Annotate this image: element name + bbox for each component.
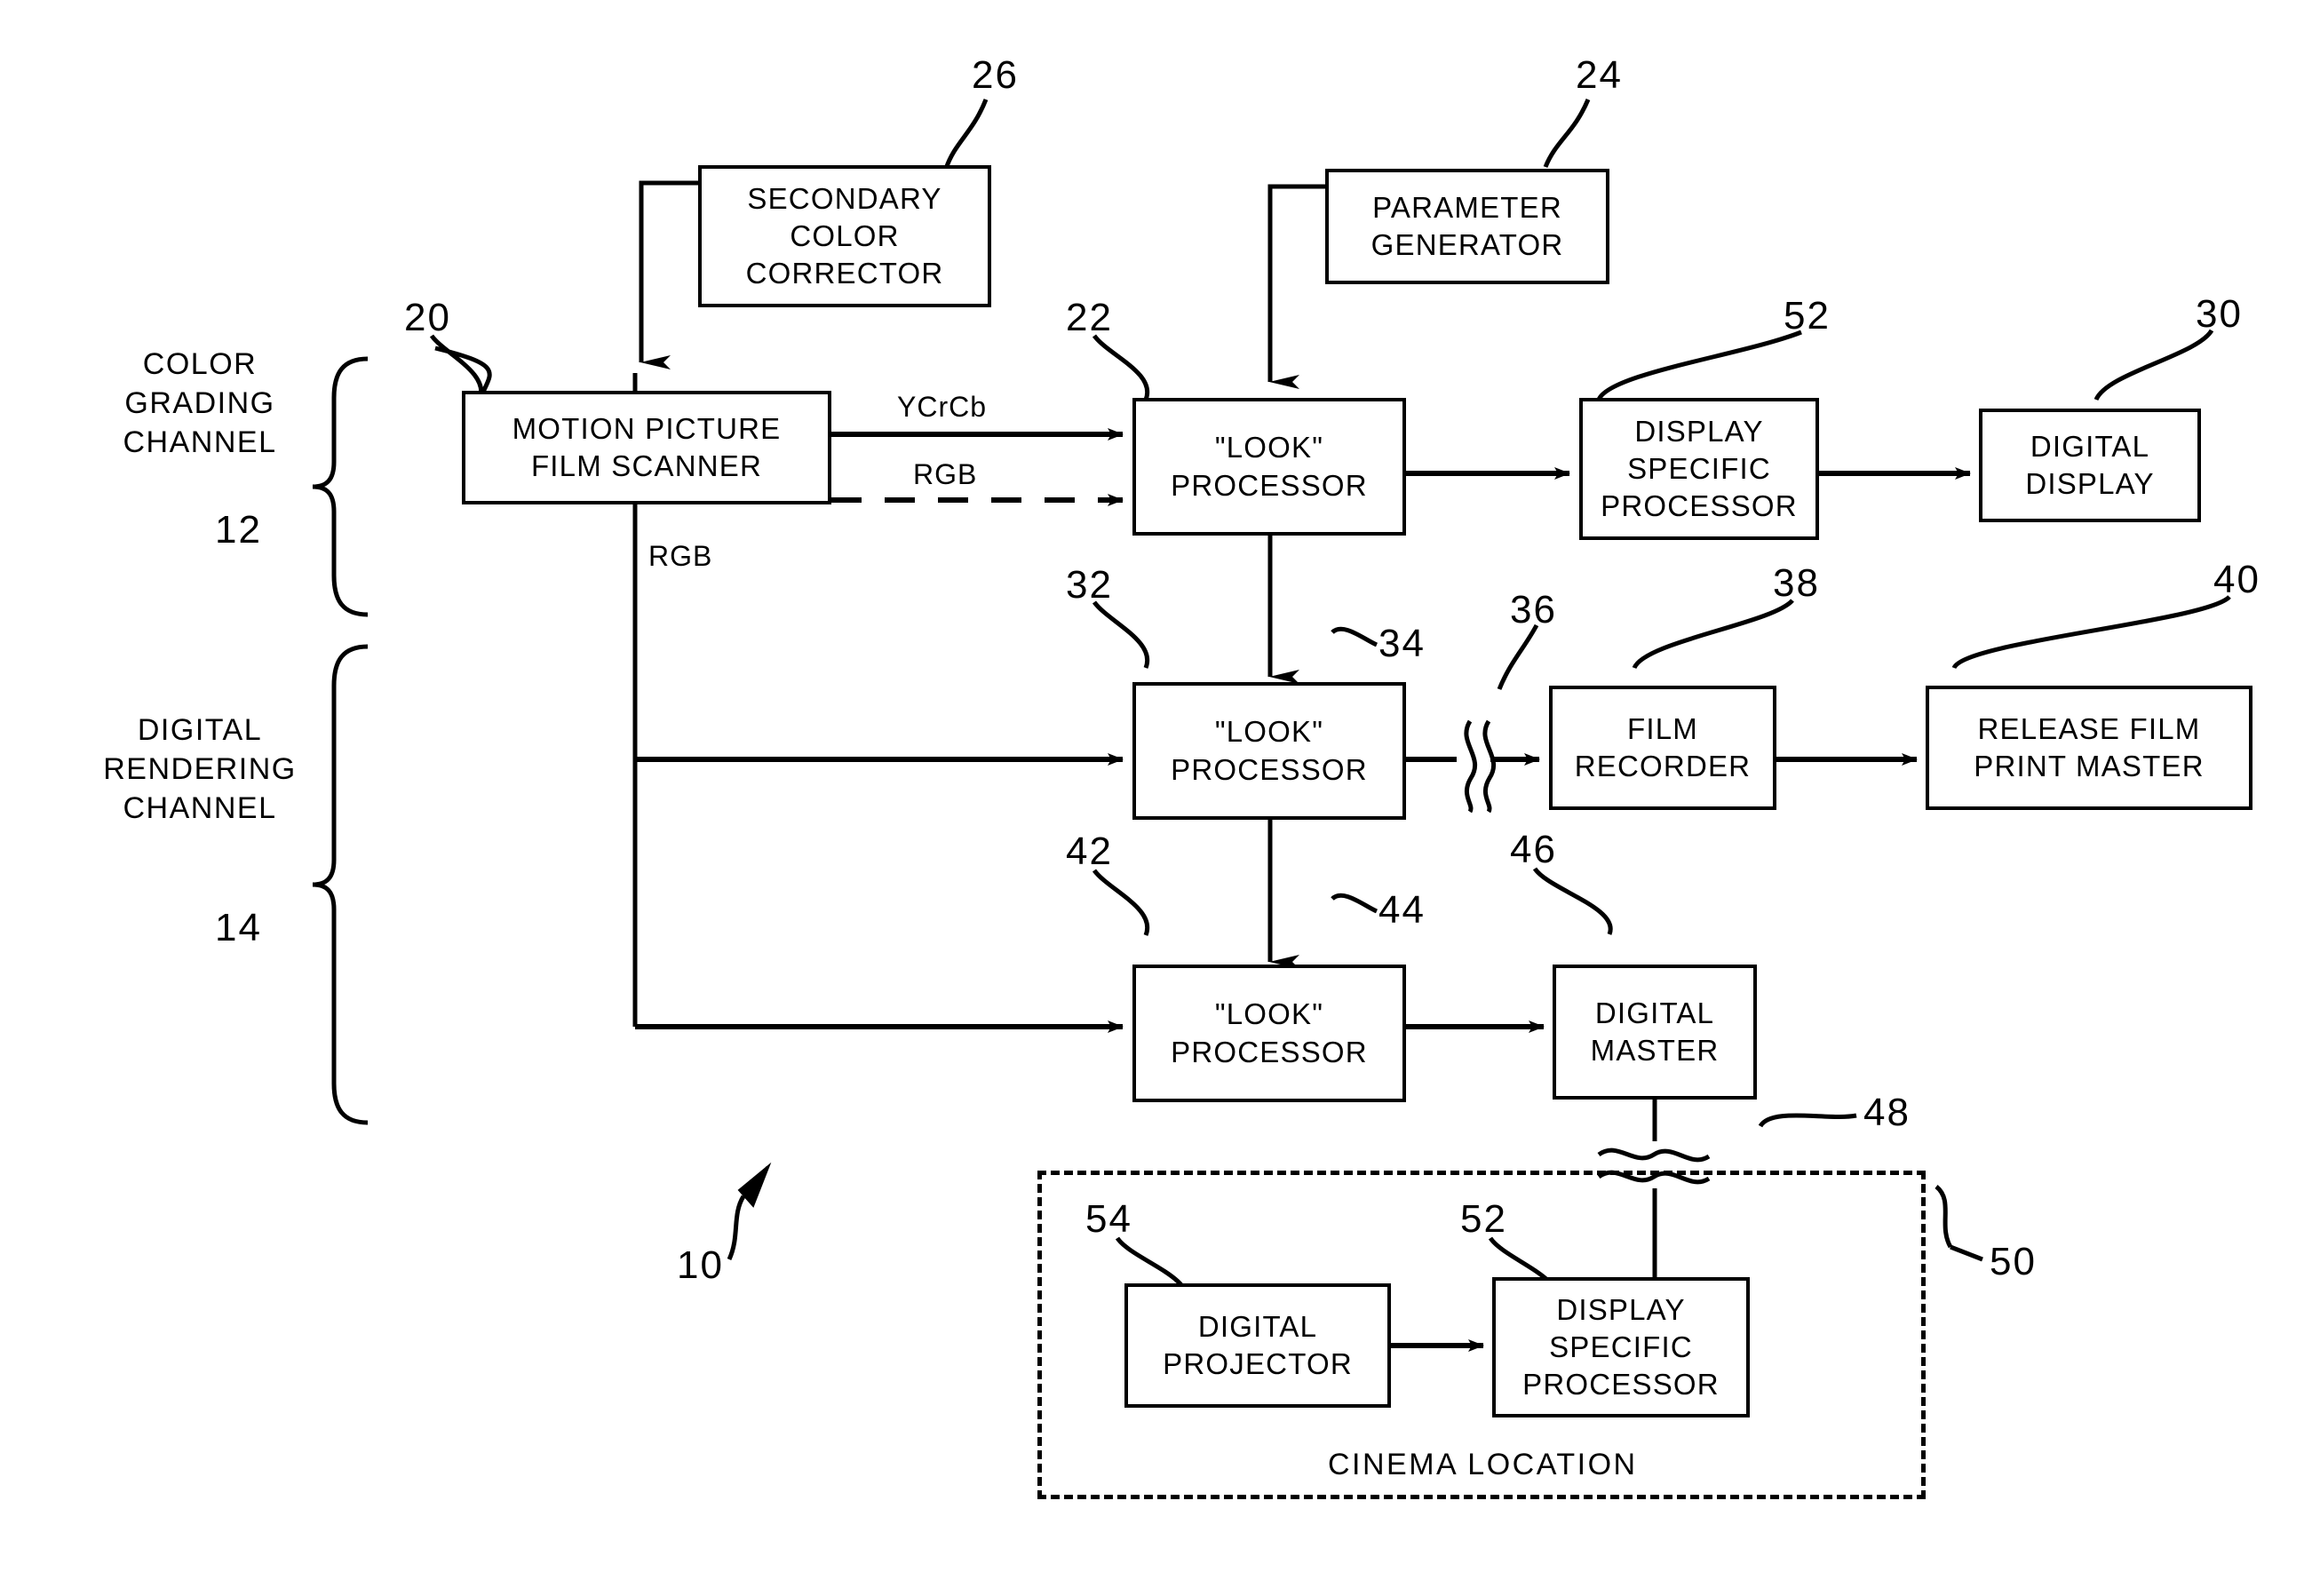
- ref-numeral-50: 50: [1990, 1240, 2037, 1283]
- signal-label-ycrcb: YCrCb: [897, 391, 988, 423]
- ref-numeral-54: 54: [1085, 1197, 1132, 1241]
- block-release-film-print-master[interactable]: RELEASE FILM PRINT MASTER: [1926, 686, 2252, 810]
- block-label: "LOOK" PROCESSOR: [1171, 431, 1368, 502]
- ref-numeral-42: 42: [1066, 830, 1113, 873]
- block-look-processor-3[interactable]: "LOOK" PROCESSOR: [1132, 965, 1406, 1102]
- ref-numeral-24: 24: [1576, 53, 1623, 97]
- patent-figure-canvas: SECONDARY COLOR CORRECTOR PARAMETER GENE…: [0, 0, 2312, 1596]
- signal-label-rgb-trunk: RGB: [648, 540, 713, 572]
- block-secondary-color-corrector[interactable]: SECONDARY COLOR CORRECTOR: [698, 165, 991, 307]
- ref-numeral-34: 34: [1378, 622, 1426, 665]
- block-label: RELEASE FILM PRINT MASTER: [1974, 711, 2205, 782]
- ref-numeral-14: 14: [215, 906, 262, 949]
- block-label: PARAMETER GENERATOR: [1371, 190, 1564, 261]
- block-film-recorder[interactable]: FILM RECORDER: [1549, 686, 1776, 810]
- ref-numeral-22: 22: [1066, 296, 1113, 339]
- block-label: DIGITAL DISPLAY: [2025, 429, 2155, 500]
- cinema-location-title: CINEMA LOCATION: [1328, 1448, 1638, 1481]
- block-label: DISPLAY SPECIFIC PROCESSOR: [1601, 414, 1798, 523]
- ref-numeral-44: 44: [1378, 888, 1426, 932]
- ref-numeral-48: 48: [1863, 1091, 1911, 1134]
- block-label: DIGITAL PROJECTOR: [1163, 1309, 1353, 1380]
- ref-numeral-38: 38: [1773, 561, 1820, 605]
- block-label: "LOOK" PROCESSOR: [1171, 997, 1368, 1068]
- channel-label-digital-rendering: DIGITAL RENDERING CHANNEL: [103, 713, 297, 826]
- ref-numeral-26: 26: [972, 53, 1019, 97]
- ref-numeral-10: 10: [677, 1243, 724, 1287]
- ref-numeral-36: 36: [1510, 588, 1557, 631]
- ref-numeral-12: 12: [215, 508, 262, 552]
- block-label: FILM RECORDER: [1574, 711, 1752, 782]
- block-label: DIGITAL MASTER: [1590, 996, 1720, 1067]
- channel-label-color-grading: COLOR GRADING CHANNEL: [123, 347, 277, 460]
- block-motion-picture-film-scanner[interactable]: MOTION PICTURE FILM SCANNER: [462, 391, 831, 504]
- block-digital-display[interactable]: DIGITAL DISPLAY: [1979, 409, 2201, 522]
- block-parameter-generator[interactable]: PARAMETER GENERATOR: [1325, 169, 1609, 284]
- block-display-specific-processor-2[interactable]: DISPLAY SPECIFIC PROCESSOR: [1492, 1277, 1750, 1417]
- ref-numeral-52-bottom: 52: [1460, 1197, 1507, 1241]
- ref-numeral-30: 30: [2196, 292, 2243, 336]
- ref-numeral-32: 32: [1066, 563, 1113, 607]
- block-digital-projector[interactable]: DIGITAL PROJECTOR: [1124, 1283, 1391, 1408]
- block-label: MOTION PICTURE FILM SCANNER: [512, 411, 782, 482]
- block-look-processor-2[interactable]: "LOOK" PROCESSOR: [1132, 682, 1406, 820]
- signal-label-rgb-dashed: RGB: [913, 458, 978, 490]
- block-label: "LOOK" PROCESSOR: [1171, 715, 1368, 786]
- ref-numeral-46: 46: [1510, 828, 1557, 871]
- ref-numeral-52-top: 52: [1784, 294, 1831, 337]
- block-digital-master[interactable]: DIGITAL MASTER: [1553, 965, 1757, 1100]
- channel-braces: [312, 356, 369, 1125]
- block-label: SECONDARY COLOR CORRECTOR: [745, 181, 944, 290]
- block-display-specific-processor-1[interactable]: DISPLAY SPECIFIC PROCESSOR: [1579, 398, 1819, 540]
- ref-numeral-40: 40: [2213, 558, 2260, 601]
- block-look-processor-1[interactable]: "LOOK" PROCESSOR: [1132, 398, 1406, 536]
- figure-pointer: [727, 1162, 772, 1261]
- block-label: DISPLAY SPECIFIC PROCESSOR: [1522, 1292, 1720, 1401]
- ref-numeral-20: 20: [404, 296, 451, 339]
